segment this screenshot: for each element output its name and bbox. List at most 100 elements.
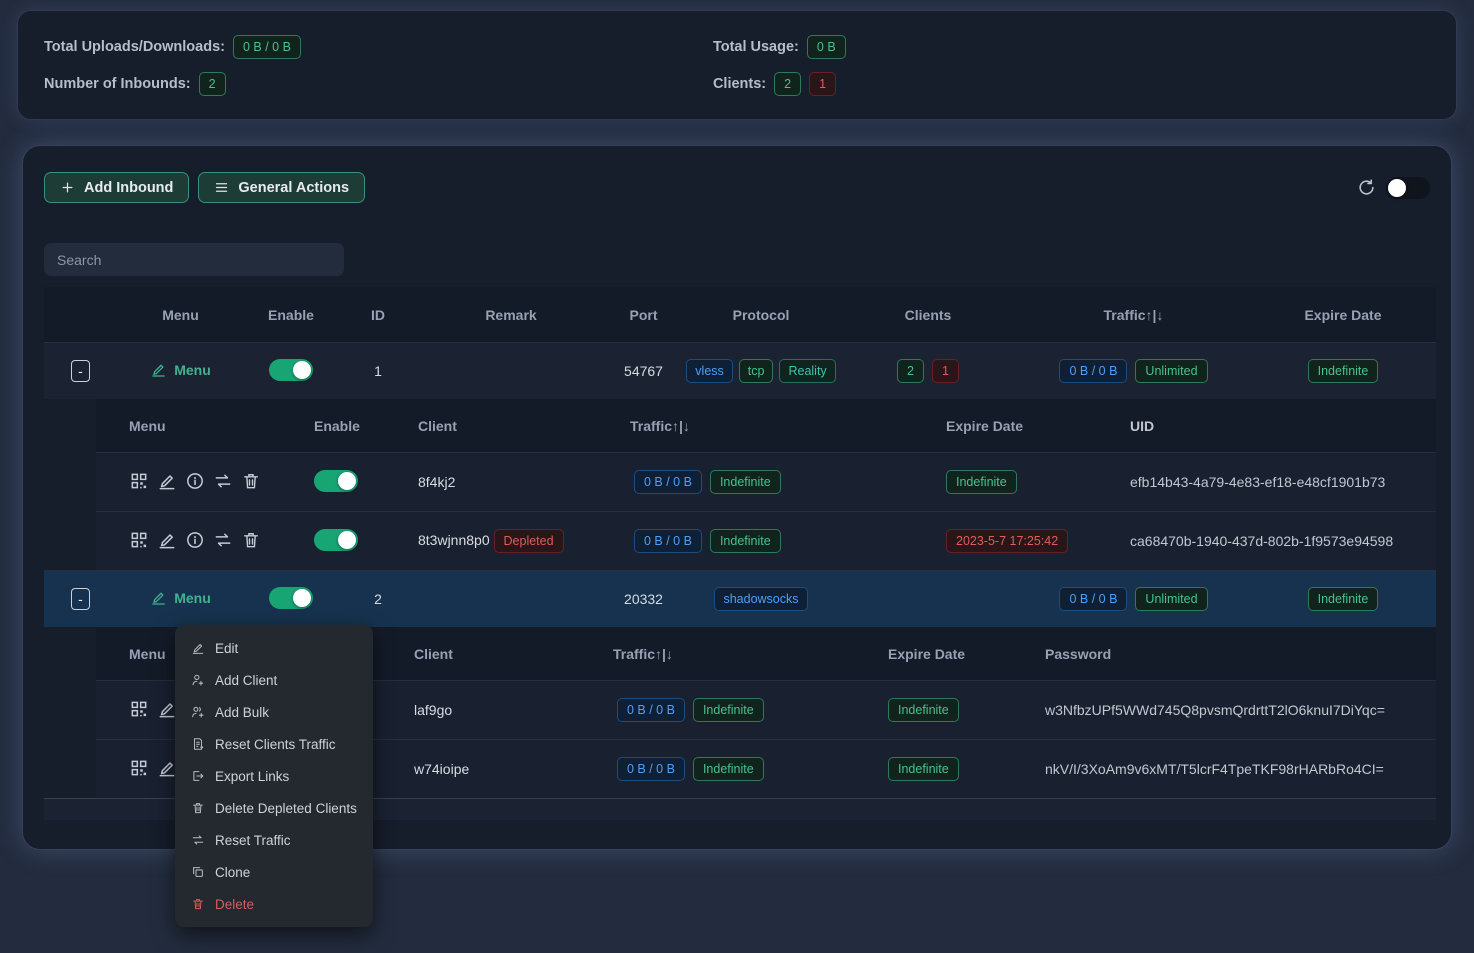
client-enable-toggle[interactable]	[314, 529, 358, 551]
menu-item-delete[interactable]: Delete	[175, 888, 373, 920]
menu-item-label: Export Links	[215, 769, 289, 784]
inbound-protocols: vlesstcpReality	[683, 359, 839, 383]
inbounds-count-label: Number of Inbounds:	[44, 76, 191, 92]
client-name: w74ioipe	[414, 761, 469, 777]
qrcode-icon[interactable]	[129, 758, 149, 778]
traffic-limit-badge: Indefinite	[710, 529, 781, 553]
menu-column-header: Menu	[117, 307, 244, 323]
client-name: 8f4kj2	[418, 474, 455, 490]
inbound-menu-button[interactable]: Menu	[150, 361, 211, 378]
menu-item-export-links[interactable]: Export Links	[175, 760, 373, 792]
expire-badge: Indefinite	[888, 757, 959, 781]
edit-icon[interactable]	[157, 530, 177, 550]
edit-icon[interactable]	[157, 758, 177, 778]
menu-item-reset-clients-traffic[interactable]: Reset Clients Traffic	[175, 728, 373, 760]
reset-traffic-icon[interactable]	[213, 530, 233, 550]
menu-item-label: Clone	[215, 865, 250, 880]
inbound-context-menu: Edit Add Client Add Bulk Reset Clients T…	[175, 625, 373, 927]
client-password: nkV/I/3XoAm9v6xMT/T5lcrF4TpeTKF98rHARbRo…	[1041, 761, 1436, 777]
inbound-port: 20332	[604, 591, 683, 607]
inbound-row-1[interactable]: - Menu 1 54767 vlesstcpReality 21 0 B / …	[44, 342, 1436, 399]
plus-icon	[60, 180, 75, 195]
info-icon[interactable]	[185, 471, 205, 491]
clients-depleted-value: 1	[809, 72, 836, 96]
auto-refresh-toggle[interactable]	[1386, 177, 1430, 199]
toggle-knob	[293, 361, 311, 379]
client-row[interactable]: 8t3wjnn8p0 Depleted 0 B / 0 BIndefinite …	[96, 511, 1436, 570]
expire-badge: Indefinite	[1308, 587, 1379, 611]
menu-item-label: Delete Depleted Clients	[215, 801, 357, 816]
expire-badge: Indefinite	[888, 698, 959, 722]
client-name: laf9go	[414, 702, 452, 718]
traffic-limit-badge: Indefinite	[693, 698, 764, 722]
clients-count-label: Clients:	[713, 76, 766, 92]
menu-bars-icon	[214, 180, 229, 195]
toggle-knob	[1388, 179, 1406, 197]
total-uploads-value: 0 B / 0 B	[233, 35, 301, 59]
traffic-column-header[interactable]: Traffic↑|↓	[591, 646, 876, 662]
export-icon	[191, 769, 205, 783]
qrcode-icon[interactable]	[129, 471, 149, 491]
menu-item-label: Reset Traffic	[215, 833, 291, 848]
protocol-tag: vless	[686, 359, 732, 383]
traffic-limit-badge: Unlimited	[1135, 587, 1207, 611]
inbound-enable-toggle[interactable]	[269, 587, 313, 609]
usergroup-add-icon	[191, 705, 205, 719]
inbound-menu-label: Menu	[174, 362, 211, 378]
trash-icon[interactable]	[241, 530, 261, 550]
menu-item-label: Reset Clients Traffic	[215, 737, 336, 752]
add-inbound-button[interactable]: Add Inbound	[44, 172, 189, 203]
menu-item-add-bulk[interactable]: Add Bulk	[175, 696, 373, 728]
toggle-knob	[338, 531, 356, 549]
qrcode-icon[interactable]	[129, 699, 149, 719]
client-column-header: Client	[396, 418, 606, 434]
swap-icon	[191, 833, 205, 847]
reset-traffic-icon[interactable]	[213, 471, 233, 491]
client-uid: efb14b43-4a79-4e83-ef18-e48cf1901b73	[1106, 474, 1436, 490]
inbound-row-2[interactable]: - Menu 2 20332 shadowsocks 0 B / 0 BUnli…	[44, 570, 1436, 627]
protocol-tag: Reality	[779, 359, 835, 383]
inbound-menu-label: Menu	[174, 590, 211, 606]
qrcode-icon[interactable]	[129, 530, 149, 550]
clients-active-value: 2	[774, 72, 801, 96]
edit-icon[interactable]	[157, 471, 177, 491]
add-inbound-label: Add Inbound	[84, 180, 173, 196]
inbound-menu-button[interactable]: Menu	[150, 589, 211, 606]
traffic-badge: 0 B / 0 B	[617, 698, 685, 722]
protocol-column-header: Protocol	[683, 307, 839, 323]
remark-column-header: Remark	[418, 307, 604, 323]
user-add-icon	[191, 673, 205, 687]
menu-item-clone[interactable]: Clone	[175, 856, 373, 888]
menu-item-reset-traffic[interactable]: Reset Traffic	[175, 824, 373, 856]
stats-left-column: Total Uploads/Downloads: 0 B / 0 B Numbe…	[18, 35, 301, 96]
inbound-protocols: shadowsocks	[683, 587, 839, 611]
protocol-tag: shadowsocks	[714, 587, 807, 611]
clients-table-1: Menu Enable Client Traffic↑|↓ Expire Dat…	[96, 399, 1436, 570]
inbound-id: 1	[338, 363, 418, 379]
inbound-enable-toggle[interactable]	[269, 359, 313, 381]
menu-item-add-client[interactable]: Add Client	[175, 664, 373, 696]
enable-column-header: Enable	[286, 418, 396, 434]
search-input[interactable]	[44, 243, 344, 276]
inbound-port: 54767	[604, 363, 683, 379]
expire-badge: Indefinite	[946, 470, 1017, 494]
trash-icon[interactable]	[241, 471, 261, 491]
edit-icon[interactable]	[157, 699, 177, 719]
refresh-icon[interactable]	[1357, 178, 1376, 197]
collapse-row-button[interactable]: -	[71, 588, 90, 610]
expire-column-header: Expire Date	[1250, 307, 1436, 323]
client-row[interactable]: 8f4kj2 0 B / 0 BIndefinite Indefinite ef…	[96, 452, 1436, 511]
info-icon[interactable]	[185, 530, 205, 550]
stats-card: Total Uploads/Downloads: 0 B / 0 B Numbe…	[17, 10, 1457, 120]
clients-column-header: Clients	[839, 307, 1017, 323]
traffic-column-header[interactable]: Traffic↑|↓	[606, 418, 926, 434]
client-enable-toggle[interactable]	[314, 470, 358, 492]
menu-item-edit[interactable]: Edit	[175, 632, 373, 664]
traffic-column-header[interactable]: Traffic↑|↓	[1017, 307, 1250, 323]
total-uploads-label: Total Uploads/Downloads:	[44, 39, 225, 55]
toolbar: Add Inbound General Actions	[23, 146, 1451, 203]
general-actions-button[interactable]: General Actions	[198, 172, 365, 203]
menu-item-delete-depleted-clients[interactable]: Delete Depleted Clients	[175, 792, 373, 824]
menu-item-label: Edit	[215, 641, 238, 656]
collapse-row-button[interactable]: -	[71, 360, 90, 382]
